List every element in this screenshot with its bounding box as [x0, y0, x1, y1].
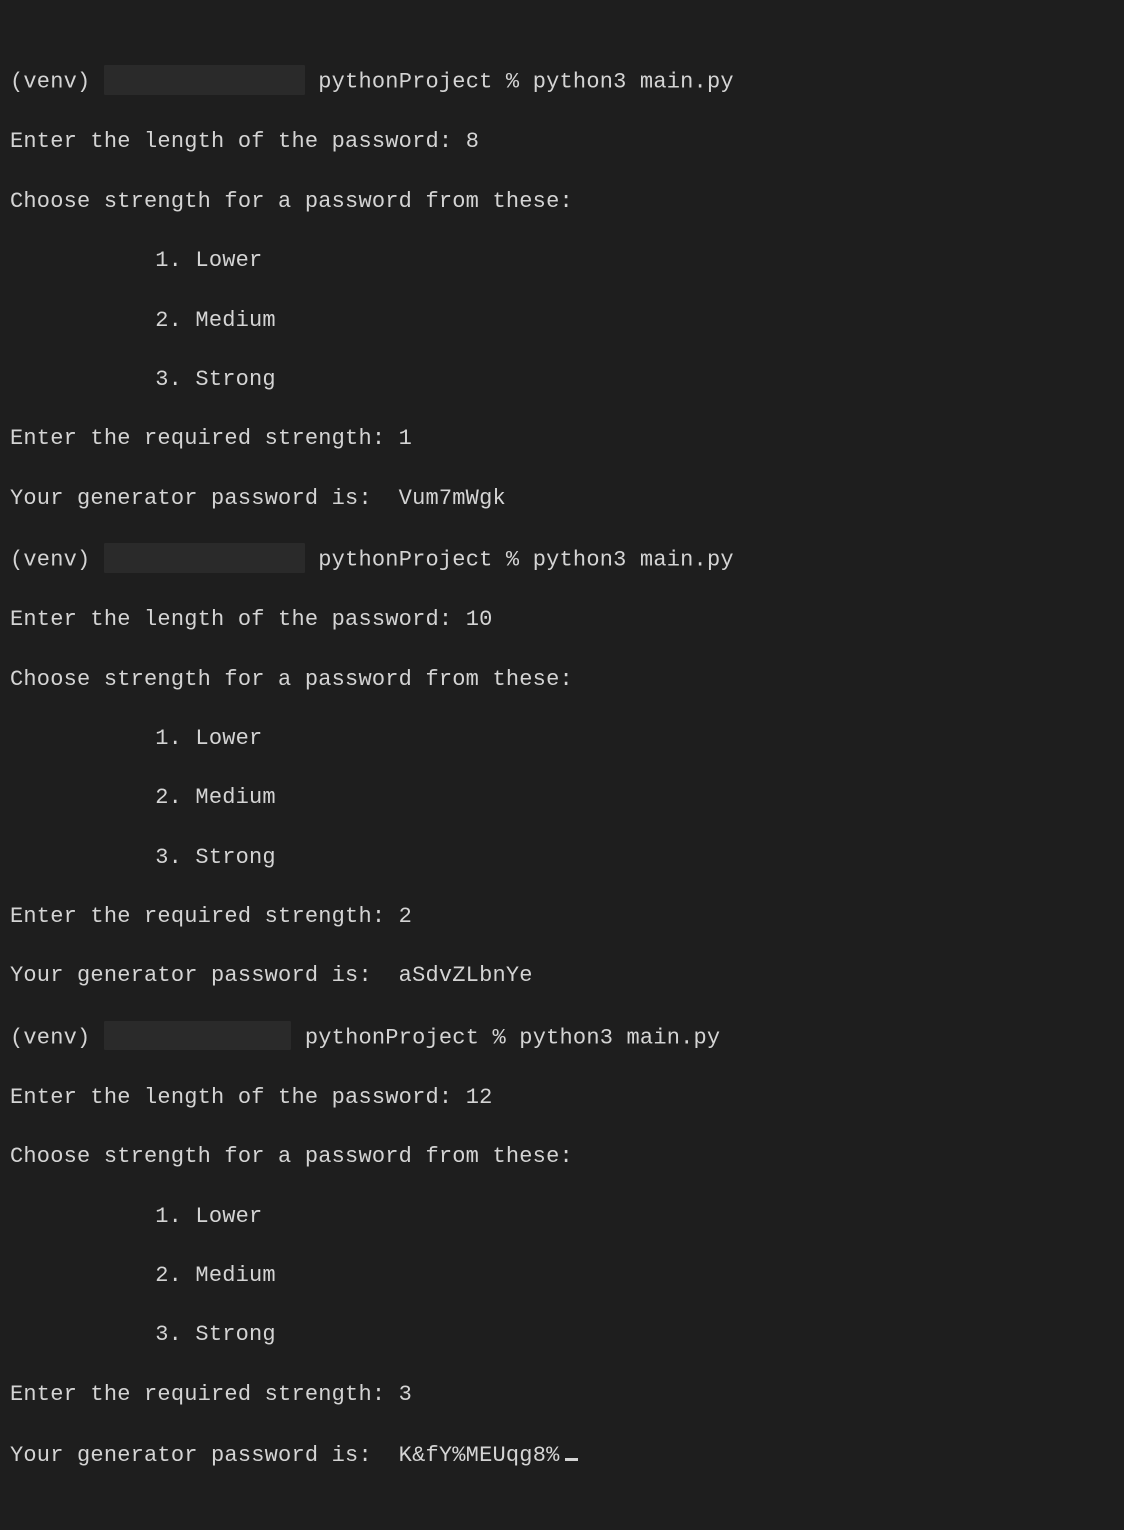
redacted-user	[104, 65, 305, 95]
option-line: 2. Medium	[10, 1261, 1114, 1291]
choose-label: Choose strength for a password from thes…	[10, 189, 573, 214]
choose-label: Choose strength for a password from thes…	[10, 667, 573, 692]
output-line: Enter the length of the password: 10	[10, 605, 1114, 635]
venv-label: (venv)	[10, 1025, 104, 1050]
strength-value: 3	[399, 1382, 412, 1407]
length-value: 12	[466, 1085, 493, 1110]
length-prompt: Enter the length of the password:	[10, 1085, 466, 1110]
password-value: aSdvZLbnYe	[399, 963, 533, 988]
option-3: 3. Strong	[155, 845, 276, 870]
option-line: 3. Strong	[10, 1320, 1114, 1350]
option-2: 2. Medium	[155, 785, 276, 810]
option-3: 3. Strong	[155, 1322, 276, 1347]
strength-prompt: Enter the required strength:	[10, 1382, 399, 1407]
prompt-line: (venv) pythonProject % python3 main.py	[10, 65, 1114, 97]
output-line: Choose strength for a password from thes…	[10, 187, 1114, 217]
output-line: Enter the required strength: 3	[10, 1380, 1114, 1410]
terminal-output[interactable]: (venv) pythonProject % python3 main.py E…	[10, 6, 1114, 1530]
option-line: 3. Strong	[10, 365, 1114, 395]
option-line: 2. Medium	[10, 783, 1114, 813]
option-line: 1. Lower	[10, 724, 1114, 754]
password-value: Vum7mWgk	[399, 486, 506, 511]
output-line: Enter the required strength: 2	[10, 902, 1114, 932]
option-1: 1. Lower	[155, 1204, 262, 1229]
option-2: 2. Medium	[155, 308, 276, 333]
output-line: Your generator password is: K&fY%MEUqg8%	[10, 1439, 1114, 1471]
venv-label: (venv)	[10, 548, 104, 573]
strength-value: 2	[399, 904, 412, 929]
option-2: 2. Medium	[155, 1263, 276, 1288]
length-prompt: Enter the length of the password:	[10, 129, 466, 154]
option-1: 1. Lower	[155, 726, 262, 751]
password-value: K&fY%MEUqg8%	[399, 1443, 560, 1468]
output-line: Enter the required strength: 1	[10, 424, 1114, 454]
output-line: Enter the length of the password: 12	[10, 1083, 1114, 1113]
choose-label: Choose strength for a password from thes…	[10, 1144, 573, 1169]
option-line: 1. Lower	[10, 1202, 1114, 1232]
terminal-cursor	[565, 1439, 578, 1461]
output-line: Choose strength for a password from thes…	[10, 665, 1114, 695]
output-line: Choose strength for a password from thes…	[10, 1142, 1114, 1172]
redacted-user	[104, 543, 305, 573]
option-1: 1. Lower	[155, 248, 262, 273]
length-prompt: Enter the length of the password:	[10, 607, 466, 632]
strength-prompt: Enter the required strength:	[10, 904, 399, 929]
option-line: 1. Lower	[10, 246, 1114, 276]
output-line: Your generator password is: aSdvZLbnYe	[10, 961, 1114, 991]
redacted-user	[104, 1021, 292, 1051]
venv-label: (venv)	[10, 70, 104, 95]
prompt-tail: pythonProject % python3 main.py	[305, 548, 734, 573]
length-value: 8	[466, 129, 479, 154]
output-line: Your generator password is: Vum7mWgk	[10, 484, 1114, 514]
prompt-tail: pythonProject % python3 main.py	[291, 1025, 720, 1050]
strength-value: 1	[399, 426, 412, 451]
option-line: 3. Strong	[10, 843, 1114, 873]
prompt-line: (venv) pythonProject % python3 main.py	[10, 1021, 1114, 1053]
strength-prompt: Enter the required strength:	[10, 426, 399, 451]
prompt-line: (venv) pythonProject % python3 main.py	[10, 543, 1114, 575]
result-label: Your generator password is:	[10, 1443, 399, 1468]
option-line: 2. Medium	[10, 306, 1114, 336]
result-label: Your generator password is:	[10, 963, 399, 988]
output-line: Enter the length of the password: 8	[10, 127, 1114, 157]
length-value: 10	[466, 607, 493, 632]
result-label: Your generator password is:	[10, 486, 399, 511]
option-3: 3. Strong	[155, 367, 276, 392]
prompt-tail: pythonProject % python3 main.py	[305, 70, 734, 95]
